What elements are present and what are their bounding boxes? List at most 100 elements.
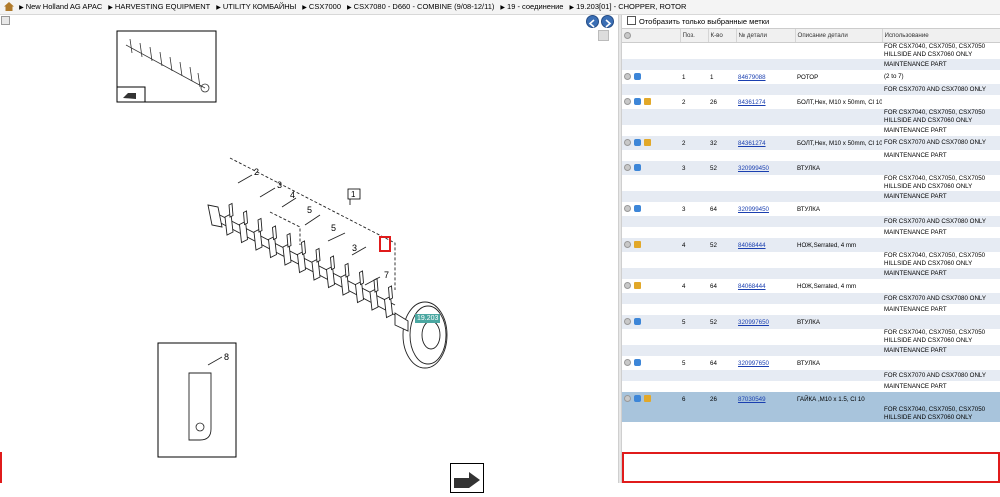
info-icon[interactable] — [624, 164, 631, 172]
part-row[interactable]: 5 52 320997650 ВТУЛКА — [622, 315, 1000, 329]
info-icon[interactable] — [624, 282, 631, 290]
cart-icon[interactable] — [634, 395, 641, 403]
callout-3b[interactable]: 3 — [352, 243, 357, 253]
breadcrumb-item[interactable]: CSX7000 — [302, 0, 341, 14]
cart-icon[interactable] — [634, 73, 641, 81]
info-icon[interactable] — [624, 139, 631, 147]
header-description[interactable]: Описание детали — [795, 29, 883, 43]
part-number-link[interactable]: 320997650 — [738, 360, 769, 367]
header-part-number[interactable]: № детали — [736, 29, 796, 43]
show-selected-only-toggle[interactable]: Отобразить только выбранные метки — [622, 15, 1000, 29]
navigate-arrow-button[interactable] — [450, 463, 484, 493]
info-icon[interactable] — [624, 205, 631, 213]
usage-note-row[interactable]: FOR CSX7070 AND CSX7080 ONLY — [622, 370, 1000, 381]
info-icon[interactable] — [624, 98, 631, 106]
header-qty[interactable]: К-во — [708, 29, 737, 43]
callout-2[interactable]: 2 — [254, 167, 259, 177]
part-number-link[interactable]: 84068444 — [738, 283, 766, 290]
description-cell: ВТУЛКА — [795, 315, 882, 329]
cart-icon[interactable] — [634, 359, 641, 367]
home-icon[interactable] — [4, 2, 14, 11]
part-number-link[interactable]: 84361274 — [738, 99, 766, 106]
cart-icon[interactable] — [634, 139, 641, 147]
part-number-link[interactable]: 320999450 — [738, 206, 769, 213]
rotor-lug — [253, 228, 263, 251]
header-icons[interactable] — [622, 29, 681, 43]
breadcrumb-item[interactable]: 19 - соединение — [500, 0, 563, 14]
callout-3[interactable]: 3 — [277, 180, 282, 190]
kit-icon[interactable] — [634, 241, 641, 249]
thumbnail-view[interactable] — [116, 30, 217, 103]
usage-note-row[interactable]: FOR CSX7070 AND CSX7080 ONLY — [622, 216, 1000, 227]
info-icon[interactable] — [624, 359, 631, 367]
kit-icon[interactable] — [644, 98, 651, 106]
usage-note-row[interactable]: FOR CSX7040, CSX7050, CSX7050 HILLSIDE A… — [622, 406, 1000, 422]
breadcrumb-item[interactable]: HARVESTING EQUIPMENT — [108, 0, 210, 14]
usage-note-cell: MAINTENANCE PART — [882, 345, 1000, 356]
part-row[interactable]: 6 26 87030549 ГАЙКА ,M10 x 1.5, Cl 10 — [622, 392, 1000, 406]
settings-icon[interactable] — [624, 31, 631, 39]
usage-note-row[interactable]: FOR CSX7040, CSX7050, CSX7050 HILLSIDE A… — [622, 329, 1000, 345]
part-number-link[interactable]: 84361274 — [738, 140, 766, 147]
breadcrumb-item[interactable]: UTILITY КОМБАЙНЫ — [216, 0, 296, 14]
callout-8[interactable]: 8 — [224, 352, 229, 362]
callout-5[interactable]: 5 — [307, 205, 312, 215]
usage-note-row[interactable]: MAINTENANCE PART — [622, 191, 1000, 202]
usage-note-row[interactable]: MAINTENANCE PART — [622, 268, 1000, 279]
kit-icon[interactable] — [634, 282, 641, 290]
part-row[interactable]: 3 64 320999450 ВТУЛКА — [622, 202, 1000, 216]
usage-note-row[interactable]: FOR CSX7040, CSX7050, CSX7050 HILLSIDE A… — [622, 43, 1000, 60]
info-icon[interactable] — [624, 73, 631, 81]
kit-icon[interactable] — [644, 139, 651, 147]
part-row[interactable]: 4 52 84068444 НОЖ,Serrated, 4 mm — [622, 238, 1000, 252]
usage-note-row[interactable]: FOR CSX7040, CSX7050, CSX7050 HILLSIDE A… — [622, 109, 1000, 125]
info-icon[interactable] — [624, 395, 631, 403]
part-number-link[interactable]: 320997650 — [738, 319, 769, 326]
usage-note-cell: FOR CSX7040, CSX7050, CSX7050 HILLSIDE A… — [884, 252, 986, 267]
usage-note-row[interactable]: MAINTENANCE PART — [622, 227, 1000, 238]
usage-note-row[interactable]: FOR CSX7070 AND CSX7080 ONLY — [622, 293, 1000, 304]
part-row[interactable]: 2 26 84361274 БОЛТ,Hex, M10 x 50mm, Cl 10.9 — [622, 95, 1000, 109]
description-cell: НОЖ,Serrated, 4 mm — [797, 282, 857, 290]
part-row[interactable]: 5 64 320997650 ВТУЛКА — [622, 356, 1000, 370]
header-usage[interactable]: Использование — [882, 29, 1000, 43]
callout-5b[interactable]: 5 — [331, 223, 336, 233]
qty-cell: 64 — [710, 359, 717, 367]
show-selected-only-checkbox[interactable] — [627, 16, 636, 25]
part-row[interactable]: 3 52 320999450 ВТУЛКА — [622, 161, 1000, 175]
usage-note-row[interactable]: MAINTENANCE PART — [622, 59, 1000, 70]
usage-note-row[interactable]: FOR CSX7070 AND CSX7080 ONLY — [622, 84, 1000, 95]
usage-note-row[interactable]: MAINTENANCE PART — [622, 125, 1000, 136]
usage-note-row[interactable]: FOR CSX7040, CSX7050, CSX7050 HILLSIDE A… — [622, 252, 1000, 268]
cart-icon[interactable] — [634, 98, 641, 106]
info-icon[interactable] — [624, 241, 631, 249]
rotor-lug — [239, 220, 248, 244]
breadcrumb-item[interactable]: New Holland AG APAC — [19, 0, 103, 14]
part-number-link[interactable]: 87030549 — [738, 396, 766, 403]
usage-note-row[interactable]: MAINTENANCE PART — [622, 381, 1000, 392]
callout-4[interactable]: 4 — [290, 190, 295, 200]
reference-tag[interactable]: 19.203 — [415, 314, 441, 323]
cart-icon[interactable] — [634, 318, 641, 326]
part-row[interactable]: 2 32 84361274 БОЛТ,Hex, M10 x 50mm, Cl 10.9… — [622, 136, 1000, 150]
part-row[interactable]: 1 1 84679088 РОТОР (2 to 7) — [622, 70, 1000, 84]
info-icon[interactable] — [624, 318, 631, 326]
callout-7[interactable]: 7 — [384, 270, 389, 280]
part-number-link[interactable]: 84679088 — [738, 74, 766, 81]
part-number-link[interactable]: 84068444 — [738, 242, 766, 249]
callout-1[interactable]: 1 — [351, 190, 356, 199]
cart-icon[interactable] — [634, 205, 641, 213]
cart-icon[interactable] — [634, 164, 641, 172]
part-row[interactable]: 4 64 84068444 НОЖ,Serrated, 4 mm — [622, 279, 1000, 293]
breadcrumb-item[interactable]: CSX7080 - D660 - COMBINE (9/08-12/11) — [347, 0, 495, 14]
highlighted-callout-6[interactable] — [379, 236, 391, 252]
rotor-knife — [228, 202, 234, 218]
usage-note-row[interactable]: MAINTENANCE PART — [622, 345, 1000, 356]
usage-note-row[interactable]: FOR CSX7040, CSX7050, CSX7050 HILLSIDE A… — [622, 175, 1000, 191]
usage-note-row[interactable]: MAINTENANCE PART — [622, 304, 1000, 315]
part-number-link[interactable]: 320999450 — [738, 165, 769, 172]
breadcrumb-item[interactable]: 19.203[01] - CHOPPER, ROTOR — [569, 0, 686, 14]
header-pos[interactable]: Поз. — [680, 29, 709, 43]
kit-icon[interactable] — [644, 395, 651, 403]
usage-note-row[interactable]: MAINTENANCE PART — [622, 150, 1000, 161]
